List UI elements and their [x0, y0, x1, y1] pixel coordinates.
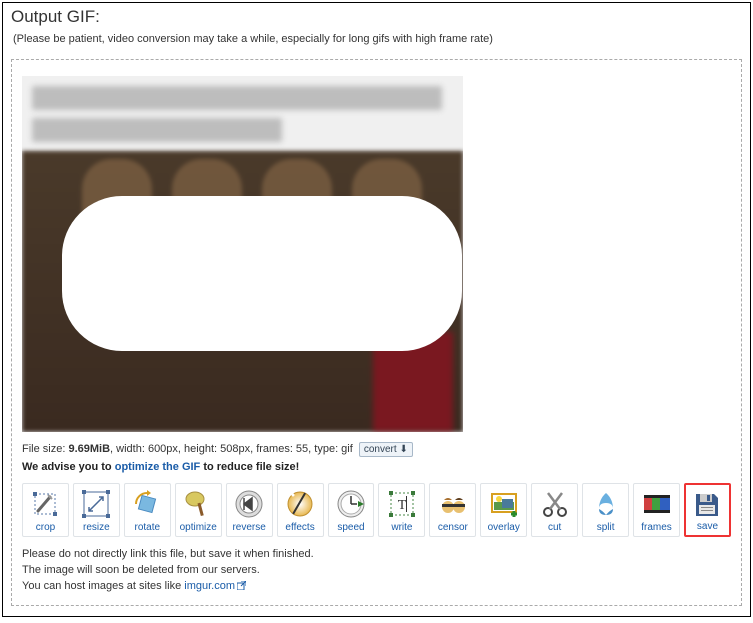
svg-text:T: T: [398, 498, 407, 513]
overlay-icon: [487, 487, 521, 521]
tool-label: speed: [337, 522, 364, 533]
censor-icon: [436, 487, 470, 521]
tool-label: split: [597, 522, 615, 533]
note-line-2: The image will soon be deleted from our …: [22, 563, 731, 579]
rotate-icon: [130, 487, 164, 521]
tool-label: resize: [83, 522, 110, 533]
gif-censor-overlay: [62, 196, 462, 351]
tool-label: effects: [285, 522, 314, 533]
convert-label: convert: [364, 444, 397, 455]
frames-icon: [640, 487, 674, 521]
convert-button[interactable]: convert ⬇: [359, 442, 413, 457]
reverse-icon: [232, 487, 266, 521]
cut-button[interactable]: cut: [531, 483, 578, 537]
external-link-icon: [237, 581, 246, 590]
file-dimensions: , width: 600px, height: 508px, frames: 5…: [110, 443, 353, 455]
output-note: (Please be patient, video conversion may…: [3, 29, 750, 59]
tool-label: save: [697, 521, 718, 532]
tool-label: reverse: [232, 522, 265, 533]
output-title: Output GIF:: [3, 3, 750, 29]
tool-label: frames: [641, 522, 672, 533]
save-icon: [690, 488, 724, 521]
cut-icon: [538, 487, 572, 521]
optimize-link[interactable]: optimize the GIF: [115, 461, 201, 473]
advise-post: to reduce file size!: [200, 461, 299, 473]
split-button[interactable]: split: [582, 483, 629, 537]
write-button[interactable]: T write: [378, 483, 425, 537]
save-button[interactable]: save: [684, 483, 731, 537]
note-l3-pre: You can host images at sites like: [22, 580, 184, 592]
tool-label: rotate: [135, 522, 161, 533]
note-line-1: Please do not directly link this file, b…: [22, 547, 731, 563]
advise-line: We advise you to optimize the GIF to red…: [22, 461, 731, 473]
effects-button[interactable]: effects: [277, 483, 324, 537]
advise-pre: We advise you to: [22, 461, 115, 473]
note-line-3: You can host images at sites like imgur.…: [22, 579, 731, 595]
toolbar: crop resize rotate optimize: [22, 483, 731, 537]
effects-icon: [283, 487, 317, 521]
crop-icon: [28, 487, 62, 521]
tool-label: cut: [548, 522, 561, 533]
write-icon: T: [385, 487, 419, 521]
file-size-prefix: File size:: [22, 443, 68, 455]
output-panel: File size: 9.69MiB, width: 600px, height…: [11, 59, 742, 606]
page-container: Output GIF: (Please be patient, video co…: [2, 2, 751, 617]
frames-button[interactable]: frames: [633, 483, 680, 537]
resize-button[interactable]: resize: [73, 483, 120, 537]
optimize-button[interactable]: optimize: [175, 483, 222, 537]
tool-label: censor: [438, 522, 468, 533]
optimize-icon: [181, 487, 215, 521]
crop-button[interactable]: crop: [22, 483, 69, 537]
resize-icon: [79, 487, 113, 521]
reverse-button[interactable]: reverse: [226, 483, 273, 537]
speed-icon: [334, 487, 368, 521]
split-icon: [589, 487, 623, 521]
speed-button[interactable]: speed: [328, 483, 375, 537]
rotate-button[interactable]: rotate: [124, 483, 171, 537]
tool-label: optimize: [180, 522, 217, 533]
gif-preview[interactable]: [22, 76, 463, 432]
imgur-link[interactable]: imgur.com: [184, 580, 235, 592]
tool-label: write: [391, 522, 412, 533]
gif-caption-area: [22, 76, 463, 151]
tool-label: overlay: [488, 522, 520, 533]
tool-label: crop: [36, 522, 55, 533]
censor-button[interactable]: censor: [429, 483, 476, 537]
file-info: File size: 9.69MiB, width: 600px, height…: [22, 442, 731, 457]
bottom-notes: Please do not directly link this file, b…: [22, 547, 731, 595]
file-size-value: 9.69MiB: [68, 443, 110, 455]
overlay-button[interactable]: overlay: [480, 483, 527, 537]
download-icon: ⬇: [399, 444, 407, 455]
